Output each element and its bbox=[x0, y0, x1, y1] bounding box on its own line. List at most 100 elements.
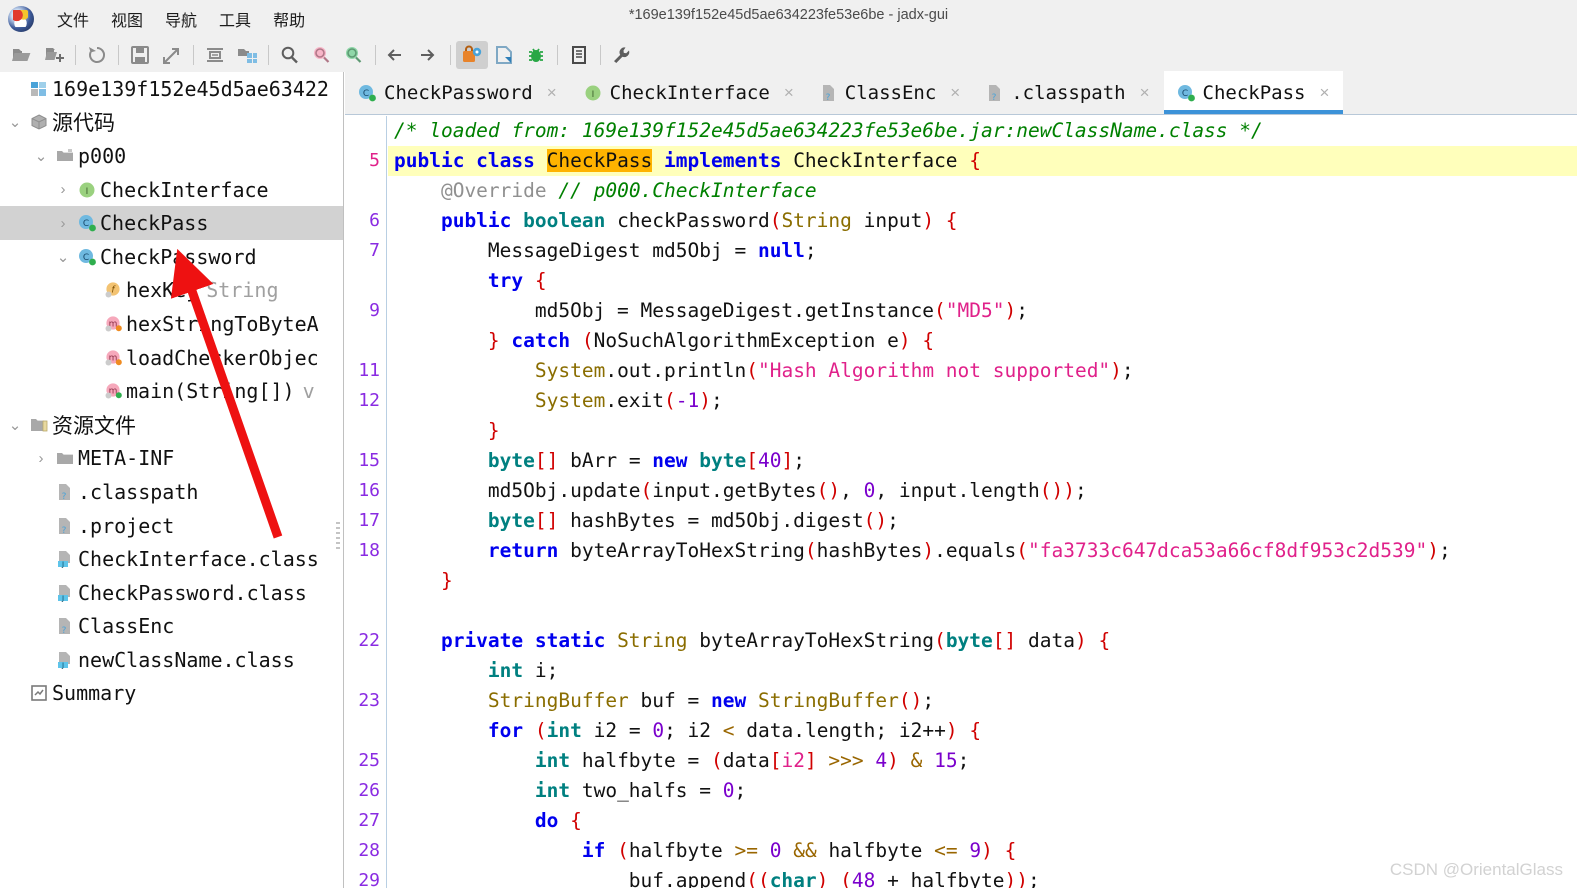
decompile-icon[interactable] bbox=[488, 41, 520, 69]
add-files-icon[interactable] bbox=[38, 41, 70, 69]
line-number: 18 bbox=[358, 540, 380, 561]
tab-label: ClassEnc bbox=[844, 81, 937, 104]
tree-twisty-down[interactable]: ⌄ bbox=[4, 113, 26, 131]
tree-item-META-INF[interactable]: › META-INF bbox=[0, 442, 343, 476]
deobfuscation-icon[interactable] bbox=[456, 41, 488, 69]
collapse-all-icon[interactable] bbox=[199, 41, 231, 69]
tab-label: .classpath bbox=[1011, 81, 1126, 104]
tab-close-icon[interactable]: × bbox=[1319, 83, 1329, 103]
debugger-icon[interactable] bbox=[520, 41, 552, 69]
class-icon: C bbox=[1176, 83, 1196, 103]
menu-view[interactable]: 视图 bbox=[100, 4, 154, 34]
tree-item-method-loadCheckerObject[interactable]: m loadCheckerObjec bbox=[0, 341, 343, 375]
tree-item-package-p000[interactable]: ⌄ p000 bbox=[0, 139, 343, 173]
svg-text:?: ? bbox=[62, 626, 67, 635]
sidebar-scroll-indicator[interactable] bbox=[336, 522, 341, 549]
reload-icon[interactable] bbox=[81, 41, 113, 69]
menu-tools[interactable]: 工具 bbox=[208, 4, 262, 34]
tree-item-resources[interactable]: ⌄ 资源文件 bbox=[0, 408, 343, 442]
tree-item-field-hexKey[interactable]: f hexKey String bbox=[0, 274, 343, 308]
open-folder-icon[interactable] bbox=[6, 41, 38, 69]
code-line: System.out.println("Hash Algorithm not s… bbox=[394, 359, 1134, 382]
line-number bbox=[345, 596, 386, 626]
code-line: do { bbox=[394, 809, 582, 832]
tree-item-project[interactable]: ? .project bbox=[0, 509, 343, 543]
line-number-gutter: 5 6 7 9 11 12 15 16 17 18 22 23 25 26 27… bbox=[345, 116, 387, 888]
line-number: 28 bbox=[358, 840, 380, 861]
menu-help[interactable]: 帮助 bbox=[262, 4, 316, 34]
line-number: 29 bbox=[358, 870, 380, 888]
tree-item-label: hexKey bbox=[126, 278, 199, 303]
tree-item-CheckPassword-class-file[interactable]: J CheckPassword.class bbox=[0, 576, 343, 610]
tree-twisty-down[interactable]: ⌄ bbox=[52, 248, 74, 266]
tab-classpath[interactable]: ? .classpath × bbox=[974, 71, 1164, 114]
project-tree[interactable]: 169e139f152e45d5ae63422 ⌄ 源代码 ⌄ p000 › I… bbox=[0, 72, 344, 888]
md5-string-literal: fa3733c647dca53a66cf8df953c2d539 bbox=[1039, 539, 1416, 562]
save-all-export-icon[interactable] bbox=[156, 41, 188, 69]
tree-item-CheckPassword[interactable]: ⌄ C CheckPassword bbox=[0, 240, 343, 274]
tree-item-CheckInterface-class-file[interactable]: J CheckInterface.class bbox=[0, 542, 343, 576]
svg-text:C: C bbox=[83, 219, 89, 229]
tree-item-jar-root[interactable]: 169e139f152e45d5ae63422 bbox=[0, 72, 343, 106]
tree-item-method-main[interactable]: m main(String[]) v bbox=[0, 374, 343, 408]
class-icon: C bbox=[74, 247, 100, 267]
menu-file[interactable]: 文件 bbox=[46, 4, 100, 34]
tree-item-newClassName-class-file[interactable]: J newClassName.class bbox=[0, 643, 343, 677]
tree-item-label: .classpath bbox=[78, 479, 199, 504]
tree-item-CheckPass[interactable]: › C CheckPass bbox=[0, 206, 343, 240]
tree-item-Summary[interactable]: Summary bbox=[0, 677, 343, 711]
preferences-wrench-icon[interactable] bbox=[606, 41, 638, 69]
tree-item-classpath[interactable]: ? .classpath bbox=[0, 475, 343, 509]
tree-item-CheckInterface[interactable]: › I CheckInterface bbox=[0, 173, 343, 207]
jadx-gui-window: *169e139f152e45d5ae634223fe53e6be - jadx… bbox=[0, 0, 1577, 888]
tree-item-label: META-INF bbox=[78, 446, 175, 471]
code-line: byte[] bArr = new byte[40]; bbox=[394, 449, 805, 472]
tab-close-icon[interactable]: × bbox=[950, 83, 960, 103]
unknown-file-icon: ? bbox=[52, 617, 78, 635]
tree-twisty-down[interactable]: ⌄ bbox=[4, 416, 26, 434]
log-viewer-icon[interactable] bbox=[563, 41, 595, 69]
tab-close-icon[interactable]: × bbox=[784, 83, 794, 103]
line-number bbox=[345, 116, 386, 146]
unknown-file-icon: ? bbox=[52, 517, 78, 535]
class-icon: C bbox=[357, 83, 377, 103]
menu-navigation[interactable]: 导航 bbox=[154, 4, 208, 34]
svg-text:J: J bbox=[61, 560, 64, 568]
tree-twisty-right[interactable]: › bbox=[52, 215, 74, 232]
expand-tree-icon[interactable] bbox=[231, 41, 263, 69]
search-icon[interactable] bbox=[274, 41, 306, 69]
tree-item-sources[interactable]: ⌄ 源代码 bbox=[0, 106, 343, 140]
code-line: } bbox=[394, 569, 453, 592]
tree-item-method-hexStringToByteArray[interactable]: m hexStringToByteA bbox=[0, 307, 343, 341]
jar-root-icon bbox=[26, 80, 52, 98]
tree-twisty-down[interactable]: ⌄ bbox=[30, 147, 52, 165]
tab-CheckPassword[interactable]: C CheckPassword × bbox=[345, 71, 571, 114]
code-line: private static String byteArrayToHexStri… bbox=[394, 629, 1111, 652]
tree-twisty-right[interactable]: › bbox=[52, 181, 74, 198]
search-comment-icon[interactable] bbox=[338, 41, 370, 69]
class-icon: C bbox=[74, 213, 100, 233]
back-arrow-icon[interactable] bbox=[381, 41, 413, 69]
toolbar-separator bbox=[600, 45, 601, 65]
unknown-file-icon: ? bbox=[52, 483, 78, 501]
save-icon[interactable] bbox=[124, 41, 156, 69]
code-line: StringBuffer buf = new StringBuffer(); bbox=[394, 689, 935, 712]
tab-CheckPass[interactable]: C CheckPass × bbox=[1163, 71, 1344, 114]
forward-arrow-icon[interactable] bbox=[413, 41, 445, 69]
tab-CheckInterface[interactable]: I CheckInterface × bbox=[570, 71, 808, 114]
tree-item-label: 169e139f152e45d5ae63422 bbox=[52, 76, 329, 101]
code-line: for (int i2 = 0; i2 < data.length; i2++)… bbox=[394, 719, 982, 742]
tab-ClassEnc[interactable]: ? ClassEnc × bbox=[807, 71, 975, 114]
line-number: 26 bbox=[358, 780, 380, 801]
code-line: } bbox=[394, 419, 500, 442]
resources-folder-icon bbox=[26, 416, 52, 434]
code-text[interactable]: /* loaded from: 169e139f152e45d5ae634223… bbox=[388, 116, 1577, 888]
tree-item-ClassEnc[interactable]: ? ClassEnc bbox=[0, 610, 343, 644]
editor-tab-bar: C CheckPassword × I CheckInterface × ? C… bbox=[345, 71, 1577, 115]
code-viewer[interactable]: 5 6 7 9 11 12 15 16 17 18 22 23 25 26 27… bbox=[345, 116, 1577, 888]
tab-close-icon[interactable]: × bbox=[547, 83, 557, 103]
search-text-icon[interactable] bbox=[306, 41, 338, 69]
tab-close-icon[interactable]: × bbox=[1140, 83, 1150, 103]
tree-twisty-right[interactable]: › bbox=[30, 450, 52, 467]
line-number bbox=[345, 176, 386, 206]
